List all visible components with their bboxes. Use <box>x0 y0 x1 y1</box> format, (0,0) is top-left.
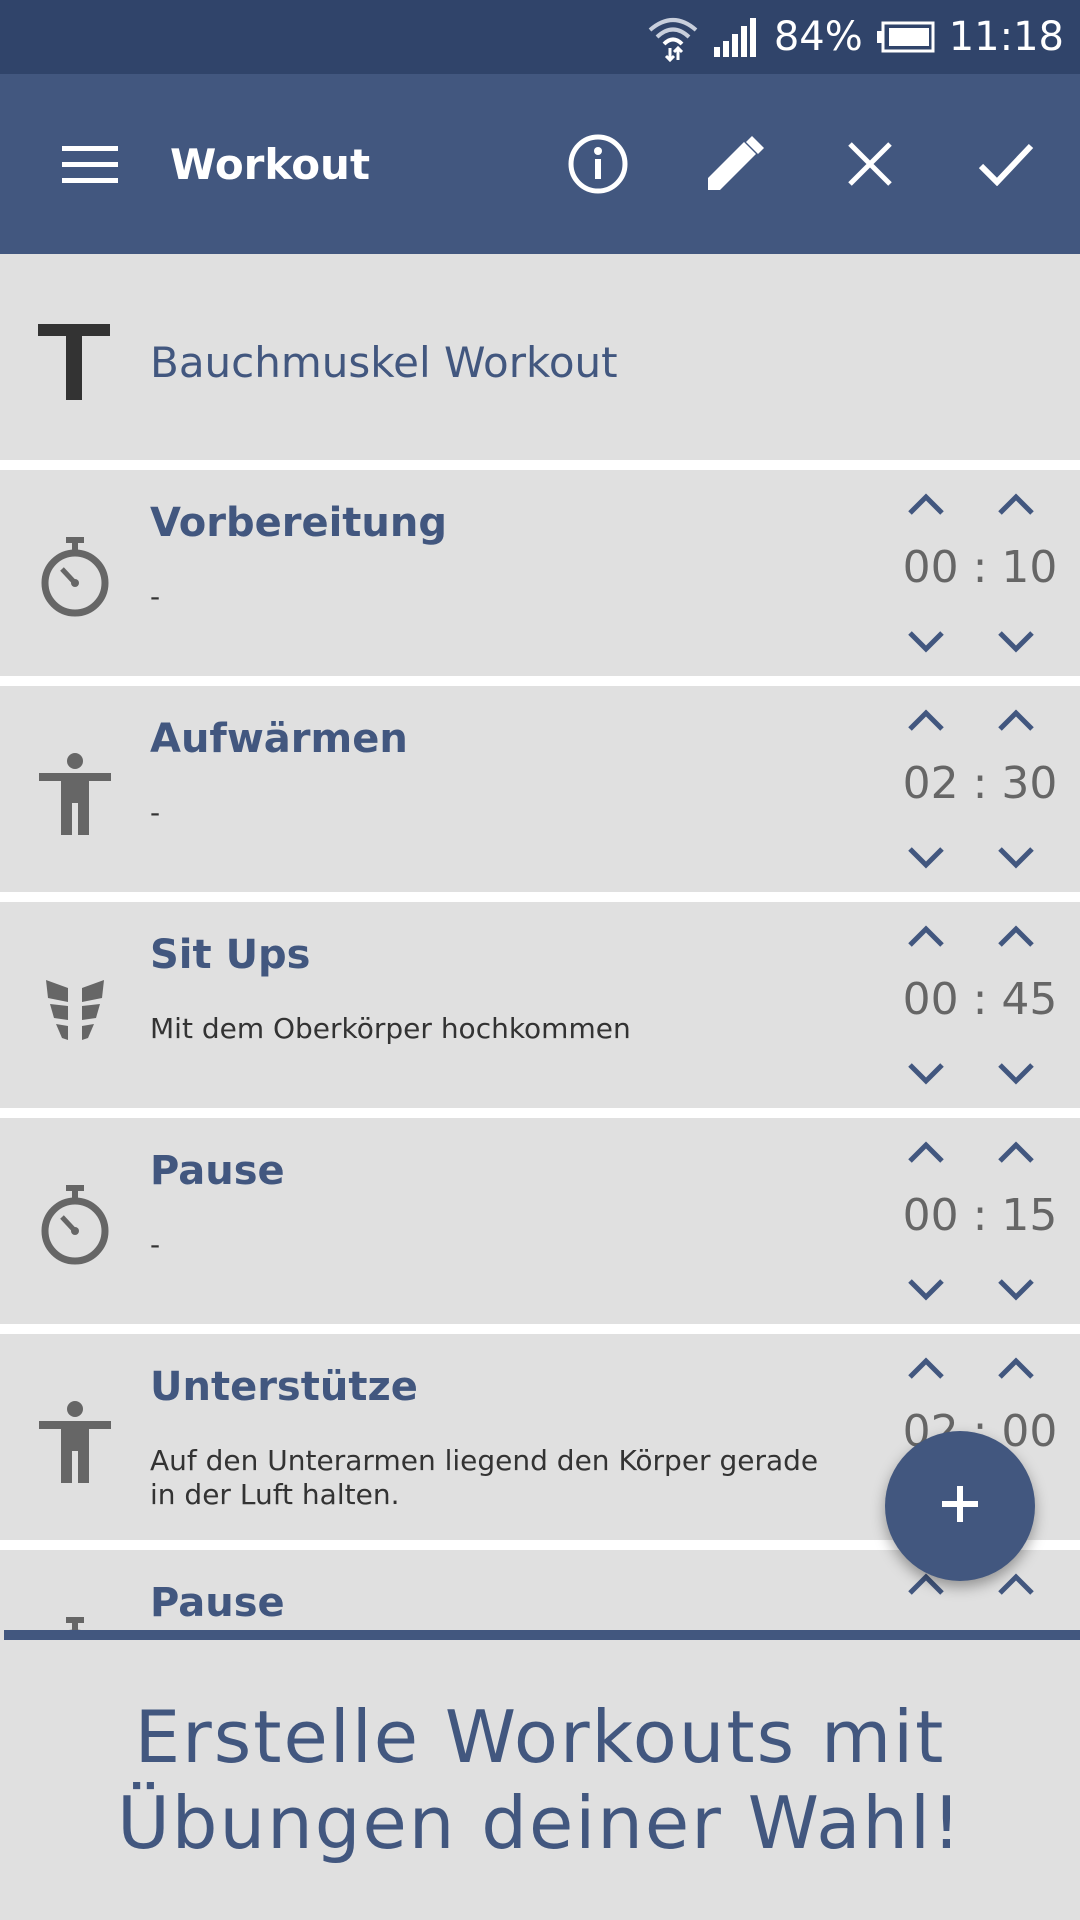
minutes-down-icon[interactable] <box>896 1264 956 1314</box>
exercise-description: - <box>150 796 161 829</box>
minutes-up-icon[interactable] <box>896 1344 956 1394</box>
workout-name[interactable]: Bauchmuskel Workout <box>150 338 618 387</box>
timer-stepper: 00 : 15 <box>880 1118 1080 1324</box>
wifi-icon <box>646 12 700 62</box>
seconds-up-icon[interactable] <box>986 1128 1046 1178</box>
clock: 11:18 <box>948 14 1064 60</box>
exercise-title: Vorbereitung <box>150 500 448 546</box>
stopwatch-icon <box>36 536 114 620</box>
minutes-value: 02 <box>902 758 959 809</box>
exercise-list[interactable]: Bauchmuskel Workout Vorbereitung - 00 : … <box>0 254 1080 1630</box>
signal-icon <box>713 17 760 57</box>
info-icon[interactable] <box>530 96 666 232</box>
menu-icon[interactable] <box>0 74 180 254</box>
seconds-value: 45 <box>1001 974 1058 1025</box>
seconds-up-icon[interactable] <box>986 696 1046 746</box>
stopwatch-icon <box>36 1616 114 1630</box>
duration-display: 02 : 30 <box>902 758 1058 809</box>
minutes-down-icon[interactable] <box>896 832 956 882</box>
minutes-down-icon[interactable] <box>896 616 956 666</box>
list-item[interactable]: Pause - 00 : 15 <box>0 1118 1080 1334</box>
app-bar: Workout <box>0 74 1080 254</box>
battery-percent: 84% <box>773 14 863 60</box>
exercise-description: - <box>150 580 161 613</box>
list-item[interactable]: Aufwärmen - 02 : 30 <box>0 686 1080 902</box>
seconds-down-icon[interactable] <box>986 616 1046 666</box>
timer-stepper: 00 : 45 <box>880 902 1080 1108</box>
person-icon <box>36 1400 114 1484</box>
list-item[interactable]: Sit Ups Mit dem Oberkörper hochkommen 00… <box>0 902 1080 1118</box>
seconds-value: 15 <box>1001 1190 1058 1241</box>
promo-line-2: Übungen deiner Wahl! <box>117 1781 963 1865</box>
seconds-value: 10 <box>1001 542 1058 593</box>
seconds-up-icon[interactable] <box>986 912 1046 962</box>
minutes-value: 00 <box>902 1190 959 1241</box>
person-icon <box>36 752 114 836</box>
battery-icon <box>876 21 935 53</box>
duration-display: 00 : 45 <box>902 974 1058 1025</box>
exercise-description: Mit dem Oberkörper hochkommen <box>150 1012 631 1045</box>
text-icon <box>38 324 110 404</box>
edit-icon[interactable] <box>666 96 802 232</box>
minutes-up-icon[interactable] <box>896 696 956 746</box>
exercise-title: Pause <box>150 1148 285 1194</box>
promo-banner: Erstelle Workouts mit Übungen deiner Wah… <box>0 1640 1080 1920</box>
minutes-up-icon[interactable] <box>896 480 956 530</box>
stopwatch-icon <box>36 1184 114 1268</box>
status-bar: 84% 11:18 <box>0 0 1080 74</box>
divider <box>4 1630 1080 1640</box>
timer-stepper: 00 : 10 <box>880 470 1080 676</box>
plus-icon <box>940 1484 980 1528</box>
minutes-up-icon[interactable] <box>896 1128 956 1178</box>
seconds-up-icon[interactable] <box>986 1344 1046 1394</box>
minutes-down-icon[interactable] <box>896 1048 956 1098</box>
duration-display: 00 : 10 <box>902 542 1058 593</box>
exercise-description: - <box>150 1228 161 1261</box>
seconds-down-icon[interactable] <box>986 832 1046 882</box>
abs-icon <box>36 968 114 1052</box>
seconds-up-icon[interactable] <box>986 480 1046 530</box>
duration-display: 00 : 15 <box>902 1190 1058 1241</box>
exercise-description: Auf den Unterarmen liegend den Körper ge… <box>150 1444 819 1511</box>
list-item[interactable]: Vorbereitung - 00 : 10 <box>0 470 1080 686</box>
minutes-up-icon[interactable] <box>896 912 956 962</box>
page-title: Workout <box>170 139 371 189</box>
timer-stepper: 02 : 30 <box>880 686 1080 892</box>
seconds-down-icon[interactable] <box>986 1048 1046 1098</box>
exercise-title: Unterstütze <box>150 1364 418 1410</box>
seconds-value: 30 <box>1001 758 1058 809</box>
minutes-value: 00 <box>902 974 959 1025</box>
workout-name-row[interactable]: Bauchmuskel Workout <box>0 254 1080 470</box>
promo-line-1: Erstelle Workouts mit <box>134 1695 946 1779</box>
seconds-down-icon[interactable] <box>986 1264 1046 1314</box>
promo-text: Erstelle Workouts mit Übungen deiner Wah… <box>117 1694 963 1866</box>
exercise-title: Aufwärmen <box>150 716 408 762</box>
check-icon[interactable] <box>938 96 1074 232</box>
exercise-title: Pause <box>150 1580 285 1626</box>
minutes-value: 00 <box>902 542 959 593</box>
add-exercise-button[interactable] <box>885 1431 1035 1581</box>
close-icon[interactable] <box>802 96 938 232</box>
exercise-title: Sit Ups <box>150 932 311 978</box>
